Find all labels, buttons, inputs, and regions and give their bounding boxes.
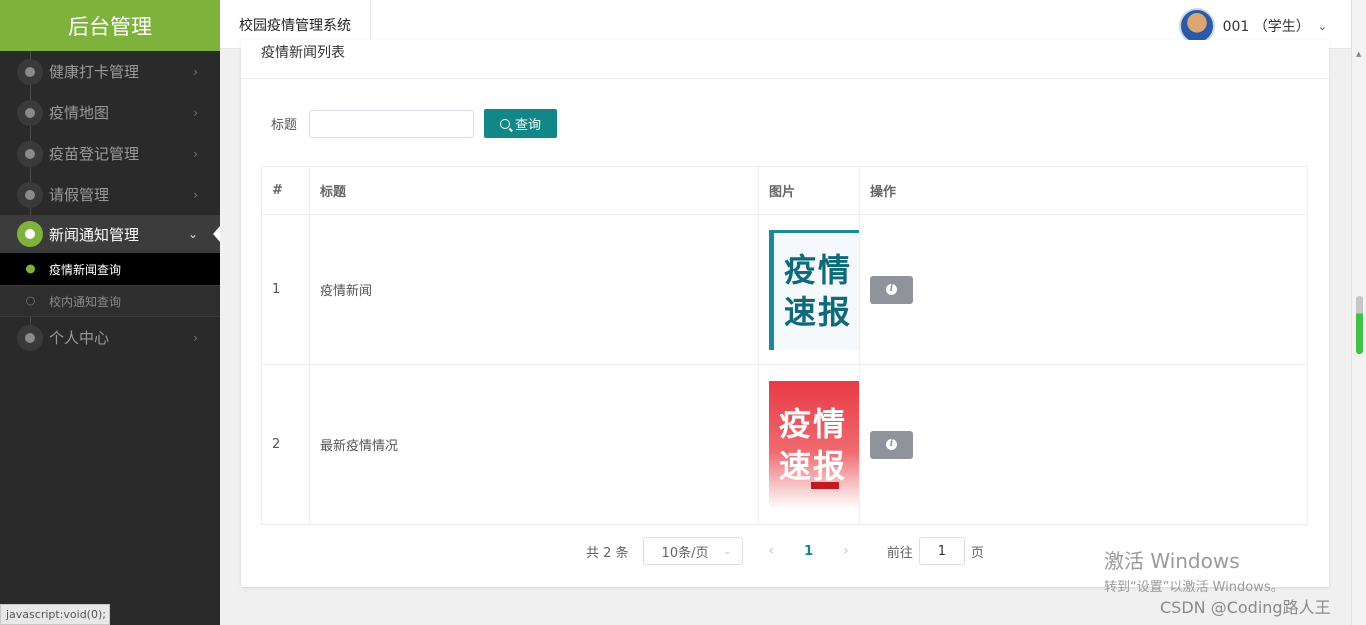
thumbnail-text-line: 速报 — [779, 446, 848, 485]
avatar — [1178, 8, 1215, 44]
user-menu[interactable]: 001 （学生） ⌄ — [1178, 8, 1327, 44]
chevron-right-icon: › — [193, 187, 198, 202]
chevron-down-icon: ⌄ — [187, 227, 198, 241]
card-header: 疫情新闻列表 — [241, 40, 1329, 79]
info-icon: i — [886, 439, 897, 450]
globe-icon — [17, 140, 43, 167]
column-header-image: 图片 — [758, 166, 860, 215]
sidebar-item-health-checkin[interactable]: 健康打卡管理 › — [0, 51, 220, 92]
globe-icon — [17, 221, 43, 247]
cell-title: 疫情新闻 — [309, 214, 759, 365]
chevron-right-icon: › — [193, 330, 198, 345]
thumbnail-text-line: 速报 — [784, 293, 853, 331]
bullet-icon — [26, 264, 35, 274]
sidebar-item-label: 健康打卡管理 — [49, 63, 140, 81]
globe-icon — [17, 324, 43, 351]
news-list-card: 疫情新闻列表 标题 查询 # 标题 图片 操作 1 疫情新闻 疫情 速报 i 2… — [241, 40, 1329, 587]
csdn-watermark: CSDN @Coding路人王 — [1160, 598, 1331, 617]
globe-icon — [17, 58, 43, 85]
cell-action: i — [859, 364, 1308, 525]
globe-icon — [17, 99, 43, 126]
watermark-subtitle: 转到“设置”以激活 Windows。 — [1104, 580, 1284, 595]
sidebar-item-label: 新闻通知管理 — [49, 225, 140, 244]
browser-status-url: javascript:void(0); — [0, 604, 110, 625]
search-label: 标题 — [271, 118, 298, 133]
search-icon — [500, 118, 510, 129]
windows-activation-watermark: 激活 Windows 转到“设置”以激活 Windows。 — [1104, 545, 1284, 595]
search-title-input[interactable] — [309, 109, 475, 138]
sidebar-item-label: 疫苗登记管理 — [49, 145, 140, 163]
sidebar-item-label: 请假管理 — [49, 186, 110, 204]
table-header-row: # 标题 图片 操作 — [261, 166, 1308, 215]
table-row: 2 最新疫情情况 疫情 速报 i — [261, 364, 1308, 525]
sidebar-item-label: 个人中心 — [49, 329, 110, 347]
watermark-title: 激活 Windows — [1104, 549, 1240, 573]
thumbnail-text-line: 疫情 — [784, 251, 853, 289]
next-page-icon[interactable]: › — [843, 543, 849, 559]
goto-suffix: 页 — [970, 545, 984, 561]
cell-index: 2 — [261, 364, 310, 525]
sidebar-item-personal-center[interactable]: 个人中心 › — [0, 317, 220, 358]
cell-image: 疫情 速报 — [758, 214, 860, 365]
column-header-title: 标题 — [309, 166, 759, 215]
sidebar-subitem-label: 疫情新闻查询 — [49, 262, 122, 277]
page-size-value: 10条/页 — [661, 545, 709, 561]
search-button[interactable]: 查询 — [484, 109, 558, 138]
column-header-index: # — [261, 166, 310, 215]
user-name: 001 （学生） — [1222, 19, 1310, 35]
page-size-select[interactable]: 10条/页 ⌄ — [642, 537, 743, 565]
prev-page-icon[interactable]: ‹ — [769, 543, 775, 559]
sidebar-item-epidemic-map[interactable]: 疫情地图 › — [0, 92, 220, 133]
thumbnail-text-line: 疫情 — [779, 404, 848, 443]
chevron-down-icon: ⌄ — [1317, 19, 1327, 33]
news-thumbnail[interactable]: 疫情 速报 — [769, 380, 859, 509]
cell-index: 1 — [261, 214, 310, 365]
chevron-right-icon: › — [193, 105, 198, 120]
bullet-icon — [26, 296, 35, 306]
pagination: 共 2 条 10条/页 ⌄ ‹ 1 › 前往 1 页 — [586, 537, 984, 565]
goto-label: 前往 — [886, 545, 913, 561]
sidebar-menu: 健康打卡管理 › 疫情地图 › 疫苗登记管理 › 请假管理 › 新闻通知管理 ⌄… — [0, 51, 220, 358]
news-thumbnail[interactable]: 疫情 速报 — [769, 229, 859, 350]
detail-button[interactable]: i — [870, 275, 913, 304]
goto-page-input[interactable]: 1 — [918, 537, 965, 565]
sidebar-item-leave[interactable]: 请假管理 › — [0, 174, 220, 215]
sidebar: 后台管理 健康打卡管理 › 疫情地图 › 疫苗登记管理 › 请假管理 › 新闻通… — [0, 0, 220, 625]
info-icon: i — [886, 284, 897, 295]
detail-button[interactable]: i — [870, 430, 913, 459]
thumbnail-tag — [811, 481, 839, 489]
cell-image: 疫情 速报 — [758, 364, 860, 525]
sidebar-item-vaccine-registration[interactable]: 疫苗登记管理 › — [0, 133, 220, 174]
active-indicator — [213, 226, 220, 242]
brand-title: 后台管理 — [0, 0, 220, 51]
sidebar-subitem-epidemic-news[interactable]: 疫情新闻查询 — [0, 253, 220, 285]
sidebar-subitem-label: 校内通知查询 — [49, 294, 122, 309]
table-row: 1 疫情新闻 疫情 速报 i — [261, 214, 1308, 365]
chevron-right-icon: › — [193, 64, 198, 79]
page-scrollbar[interactable]: ▲ — [1351, 0, 1366, 625]
news-table: # 标题 图片 操作 1 疫情新闻 疫情 速报 i 2 最新疫情情况 疫情 速报… — [261, 166, 1308, 525]
sidebar-item-news-notice[interactable]: 新闻通知管理 ⌄ — [0, 215, 220, 253]
sidebar-subitem-campus-notice[interactable]: 校内通知查询 — [0, 285, 220, 317]
pagination-total: 共 2 条 — [586, 545, 629, 561]
scroll-up-icon[interactable]: ▲ — [1356, 50, 1361, 58]
cell-action: i — [859, 214, 1308, 365]
scrollbar-thumb[interactable] — [1356, 296, 1363, 354]
chevron-down-icon: ⌄ — [723, 545, 732, 557]
column-header-action: 操作 — [859, 166, 1308, 215]
globe-icon — [17, 181, 43, 208]
sidebar-item-label: 疫情地图 — [49, 104, 110, 122]
page-number-current[interactable]: 1 — [804, 544, 813, 559]
card-title: 疫情新闻列表 — [261, 45, 345, 61]
cell-title: 最新疫情情况 — [309, 364, 759, 525]
search-button-label: 查询 — [515, 118, 542, 133]
search-form: 标题 查询 — [271, 109, 558, 138]
chevron-right-icon: › — [193, 146, 198, 161]
